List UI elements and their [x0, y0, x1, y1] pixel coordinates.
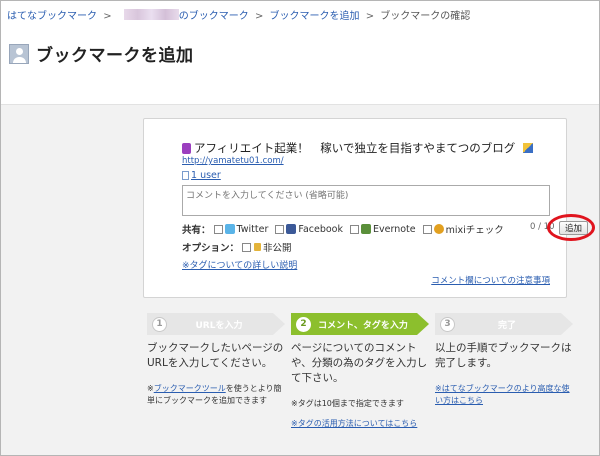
title-row: ブックマークを追加 — [9, 41, 194, 66]
step-3-description: 以上の手順でブックマークは完了します。 — [435, 342, 572, 369]
entry-info-icon[interactable] — [523, 143, 534, 153]
private-label: 非公開 — [263, 243, 292, 254]
step-1-note: ※ブックマークツールを使うとより簡単にブックマークを追加できます — [147, 384, 282, 405]
facebook-label: Facebook — [298, 223, 343, 235]
share-row: 共有： Twitter Facebook Evernote mixiチェック 0… — [182, 214, 595, 241]
entry-title-row: アフィリエイト起業！ 稼いで独立を目指すやまてつのブログ — [182, 140, 534, 156]
twitter-icon — [224, 224, 235, 234]
step-3-header: 3 完了 — [435, 313, 573, 335]
mixi-checkbox[interactable] — [422, 224, 432, 234]
comment-notes-link[interactable]: コメント欄についての注意事項 — [431, 274, 550, 286]
steps-guide: 1 URLを入力 ブックマークしたいページのURLを入力してください。 ※ブック… — [147, 313, 579, 453]
breadcrumb-add-link[interactable]: ブックマークを追加 — [270, 11, 360, 22]
facebook-checkbox[interactable] — [275, 224, 285, 234]
site-favicon-icon — [182, 142, 191, 154]
step-2-header: 2 コメント、タグを入力 — [291, 313, 429, 335]
evernote-checkbox[interactable] — [350, 224, 359, 234]
share-label: 共有： — [182, 225, 211, 236]
step-3-label: 完了 — [497, 320, 516, 331]
users-count-link[interactable]: 1 user — [182, 170, 221, 181]
facebook-icon — [286, 224, 297, 234]
breadcrumb-home-link[interactable]: はてなブックマーク — [7, 11, 97, 22]
page-title: ブックマークを追加 — [36, 46, 194, 66]
entry-url-link[interactable]: http://yamatetu01.com/ — [182, 156, 284, 166]
tag-help-link[interactable]: ※タグについての詳しい説明 — [182, 258, 297, 271]
bookmark-tool-link[interactable]: ブックマークツール — [154, 384, 226, 393]
add-bookmark-button[interactable]: 追加 — [559, 221, 588, 235]
user-avatar-icon — [9, 43, 29, 64]
mixi-label: mixiチェック — [445, 225, 504, 236]
mixi-icon — [433, 224, 444, 234]
comment-char-counter: 0 / 10 — [530, 222, 555, 232]
step-2-number: 2 — [296, 316, 311, 332]
step-2-label: コメント、タグを入力 — [318, 320, 408, 331]
breadcrumb-user-bookmarks-link[interactable]: のブックマーク — [179, 11, 249, 22]
step-2-description: ページについてのコメントや、分類の為のタグを入力して下さい。 — [291, 342, 428, 384]
step-2: 2 コメント、タグを入力 ページについてのコメントや、分類の為のタグを入力して下… — [291, 313, 429, 430]
options-row: オプション： 非公開 — [182, 240, 292, 254]
advanced-usage-link[interactable]: ※はてなブックマークのより高度な使い方はこちら — [435, 383, 573, 407]
blurred-username — [123, 9, 179, 20]
page-header: はてなブックマーク > のブックマーク > ブックマークを追加 > ブックマーク… — [1, 1, 599, 105]
step-1-description: ブックマークしたいページのURLを入力してください。 — [147, 342, 284, 369]
step-1: 1 URLを入力 ブックマークしたいページのURLを入力してください。 ※ブック… — [147, 313, 285, 407]
step-3: 3 完了 以上の手順でブックマークは完了します。 ※はてなブックマークのより高度… — [435, 313, 573, 407]
step-1-header: 1 URLを入力 — [147, 313, 285, 335]
entry-title: アフィリエイト起業！ 稼いで独立を目指すやまてつのブログ — [194, 141, 516, 155]
step-1-number: 1 — [152, 316, 167, 332]
document-icon — [182, 171, 189, 180]
options-label: オプション： — [182, 243, 240, 254]
evernote-icon — [361, 224, 371, 234]
private-checkbox[interactable] — [242, 242, 252, 252]
step-1-label: URLを入力 — [195, 320, 243, 331]
breadcrumb: はてなブックマーク > のブックマーク > ブックマークを追加 > ブックマーク… — [7, 9, 471, 22]
twitter-label: Twitter — [236, 223, 269, 235]
step-3-number: 3 — [440, 316, 455, 332]
users-count: 1 user — [191, 170, 221, 181]
lock-icon — [254, 243, 262, 251]
twitter-checkbox[interactable] — [213, 224, 223, 234]
bookmark-form-panel: アフィリエイト起業！ 稼いで独立を目指すやまてつのブログ http://yama… — [143, 118, 595, 298]
breadcrumb-current: ブックマークの確認 — [380, 11, 471, 22]
comment-input[interactable] — [182, 185, 550, 216]
tag-usage-link[interactable]: ※タグの活用方法についてはこちら — [291, 418, 429, 430]
evernote-label: Evernote — [373, 223, 416, 235]
step-2-note: ※タグは10個まで指定できます — [291, 399, 404, 408]
